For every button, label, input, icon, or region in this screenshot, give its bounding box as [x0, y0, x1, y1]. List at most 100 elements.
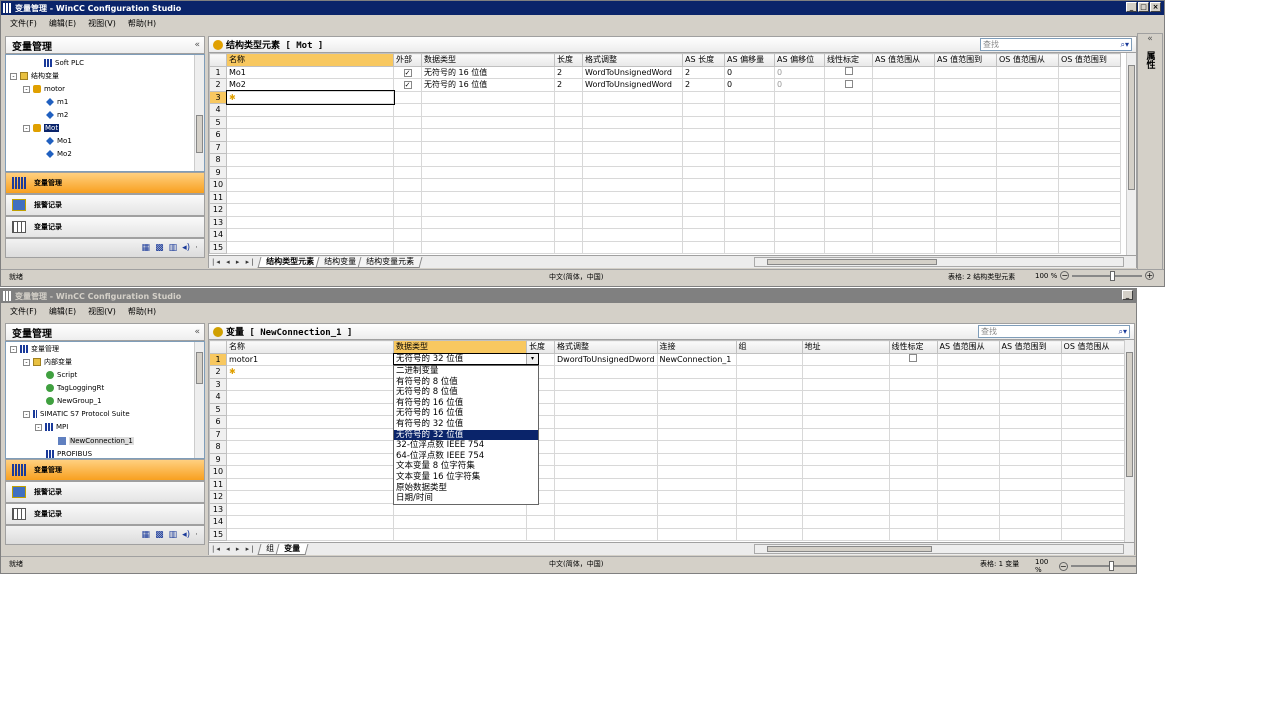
grid-vertical-scrollbar[interactable]	[1124, 340, 1134, 543]
cell[interactable]	[582, 190, 683, 204]
row-number[interactable]: 11	[209, 190, 227, 204]
cell[interactable]	[936, 352, 1000, 366]
tag-management-small-icon[interactable]: ▦	[142, 243, 151, 253]
cell[interactable]	[998, 365, 1062, 379]
table-row[interactable]: 10	[209, 465, 1130, 479]
cell[interactable]	[735, 415, 803, 429]
cell[interactable]	[682, 190, 725, 204]
tree-item-internal-tags[interactable]: - 内部变量	[23, 356, 72, 368]
tree-scrollbar[interactable]	[194, 342, 204, 458]
cell[interactable]	[1058, 228, 1121, 242]
cell[interactable]	[554, 128, 583, 142]
cell[interactable]	[998, 402, 1062, 416]
cell[interactable]	[801, 427, 890, 441]
cell[interactable]	[934, 178, 997, 192]
cell[interactable]	[724, 215, 775, 229]
cell[interactable]	[554, 440, 658, 454]
checkbox-unchecked[interactable]	[909, 354, 918, 363]
cell[interactable]	[1060, 477, 1130, 491]
zoom-out-icon[interactable]: −	[1058, 561, 1068, 571]
cell[interactable]	[1060, 415, 1130, 429]
cell[interactable]	[888, 515, 938, 529]
cell[interactable]	[421, 178, 555, 192]
menu-view[interactable]: 视图(V)	[88, 306, 116, 317]
minimize-button[interactable]: _	[1126, 2, 1137, 12]
cell[interactable]	[996, 240, 1059, 254]
cell[interactable]	[554, 477, 658, 491]
cell-address[interactable]	[801, 352, 890, 366]
cell[interactable]	[824, 115, 873, 129]
table-row[interactable]: 3	[209, 377, 1130, 391]
cell[interactable]	[393, 203, 422, 217]
cell[interactable]	[936, 515, 1000, 529]
more-icon[interactable]: ·	[195, 530, 198, 540]
cell[interactable]	[774, 203, 825, 217]
cell[interactable]	[226, 178, 394, 192]
cell[interactable]	[774, 240, 825, 254]
cell[interactable]	[682, 178, 725, 192]
cell[interactable]	[934, 153, 997, 167]
cell[interactable]	[226, 415, 394, 429]
table-row[interactable]: 9	[209, 452, 1130, 466]
row-number[interactable]: 4	[209, 103, 227, 117]
table-row[interactable]: 7	[209, 140, 1121, 154]
cell[interactable]	[996, 78, 1059, 92]
cell[interactable]	[998, 477, 1062, 491]
col-header[interactable]: OS 值范围从	[1060, 340, 1130, 354]
cell[interactable]	[872, 90, 935, 104]
cell[interactable]	[774, 215, 825, 229]
tree-item-tag-management[interactable]: - 变量管理	[10, 343, 59, 355]
cell[interactable]	[682, 203, 725, 217]
cell[interactable]	[656, 527, 737, 541]
row-number[interactable]: 12	[209, 490, 227, 504]
row-number[interactable]: 10	[209, 178, 227, 192]
cell-connection[interactable]: NewConnection_1	[656, 352, 737, 366]
tree-item-mo1[interactable]: Mo1	[46, 135, 72, 147]
cell[interactable]	[554, 90, 583, 104]
cell[interactable]	[226, 228, 394, 242]
cell[interactable]	[934, 190, 997, 204]
table-row[interactable]: 1 Mo1 ✓ 无符号的 16 位值 2 WordToUnsignedWord …	[209, 65, 1121, 79]
dropdown-option[interactable]: 32-位浮点数 IEEE 754	[394, 440, 538, 451]
cell[interactable]	[421, 240, 555, 254]
cell[interactable]	[554, 153, 583, 167]
col-header[interactable]: 地址	[801, 340, 890, 354]
tree-item-profibus[interactable]: PROFIBUS	[46, 448, 92, 458]
dropdown-option[interactable]: 日期/时间	[394, 493, 538, 504]
more-icon[interactable]: ·	[195, 243, 198, 253]
cell[interactable]	[554, 527, 658, 541]
cell[interactable]	[582, 90, 683, 104]
zoom-slider[interactable]	[1072, 270, 1143, 281]
collapse-icon[interactable]: «	[194, 327, 200, 337]
tree-item-m2[interactable]: m2	[46, 109, 68, 121]
cell[interactable]	[934, 103, 997, 117]
cell[interactable]	[1060, 427, 1130, 441]
cell[interactable]	[888, 477, 938, 491]
cell[interactable]	[934, 140, 997, 154]
cell[interactable]	[872, 215, 935, 229]
cell[interactable]	[774, 140, 825, 154]
checkbox-checked[interactable]: ✓	[403, 81, 412, 90]
cell[interactable]	[682, 103, 725, 117]
cell[interactable]	[1058, 90, 1121, 104]
row-number[interactable]: 1	[209, 65, 227, 79]
menu-file[interactable]: 文件(F)	[10, 306, 37, 317]
cell[interactable]	[996, 128, 1059, 142]
cell[interactable]	[735, 502, 803, 516]
tree-item-struct-vars[interactable]: - 结构变量	[10, 70, 59, 82]
cell[interactable]	[934, 240, 997, 254]
cell[interactable]	[801, 390, 890, 404]
cell-as-offset[interactable]: 0	[724, 65, 775, 79]
cell[interactable]	[801, 365, 890, 379]
cell[interactable]	[724, 228, 775, 242]
menu-help[interactable]: 帮助(H)	[128, 18, 156, 29]
table-row[interactable]: 13	[209, 502, 1130, 516]
cell[interactable]	[393, 90, 422, 104]
cell[interactable]	[998, 490, 1062, 504]
cell[interactable]	[1058, 215, 1121, 229]
cell[interactable]	[872, 228, 935, 242]
row-number[interactable]: 8	[209, 153, 227, 167]
tree-item-s7-protocol[interactable]: - SIMATIC S7 Protocol Suite	[23, 408, 130, 420]
table-row[interactable]: 3 ✱	[209, 90, 1121, 105]
cell-as-bit[interactable]: 0	[774, 65, 825, 79]
